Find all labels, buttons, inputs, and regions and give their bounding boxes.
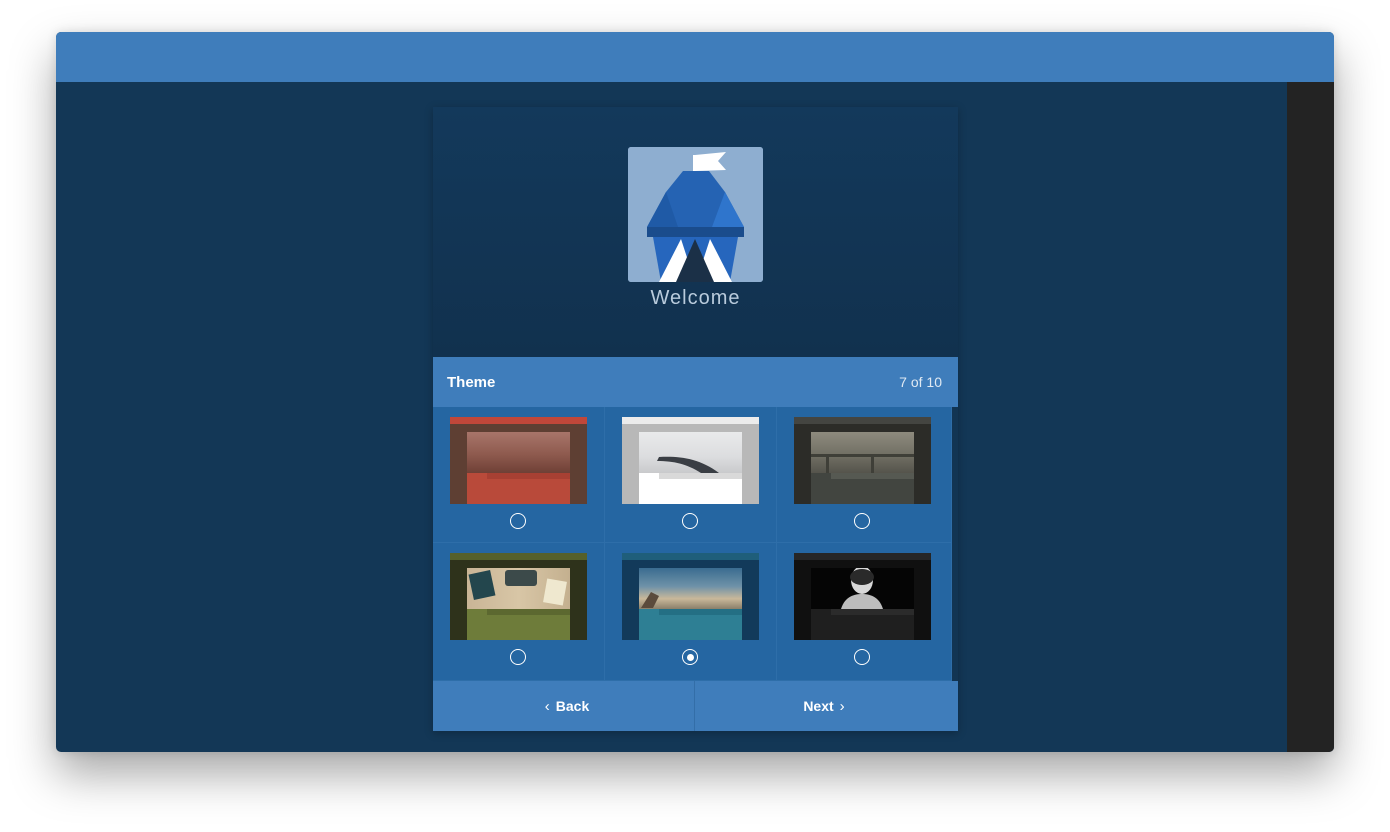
welcome-header: Welcome	[433, 107, 958, 357]
theme-option-olive-typewriter[interactable]	[433, 543, 605, 681]
theme-preview-thumbnail	[450, 553, 587, 640]
back-button-label: Back	[555, 698, 590, 714]
theme-preview-thumbnail	[622, 553, 759, 640]
wizard-footer: ‹ Back Next ›	[433, 681, 958, 731]
setup-wizard: Welcome Theme 7 of 10 ‹ Back Next ›	[433, 107, 958, 731]
next-button-label: Next	[803, 698, 834, 714]
theme-section-header: Theme 7 of 10	[433, 357, 958, 407]
app-window: Welcome Theme 7 of 10 ‹ Back Next ›	[56, 32, 1334, 752]
footer-divider	[694, 681, 695, 731]
theme-option-teal-beach[interactable]	[605, 543, 777, 681]
theme-preview-thumbnail	[450, 417, 587, 504]
theme-radio-button[interactable]	[854, 649, 870, 665]
theme-preview-thumbnail	[794, 417, 931, 504]
back-button[interactable]: ‹ Back	[433, 681, 695, 731]
theme-radio-button[interactable]	[854, 513, 870, 529]
welcome-title: Welcome	[650, 287, 741, 309]
chevron-left-icon: ‹	[544, 697, 550, 715]
theme-option-red-forest[interactable]	[433, 407, 605, 543]
grid-scrollbar[interactable]	[952, 413, 958, 681]
theme-radio-button-selected[interactable]	[682, 649, 698, 665]
section-title: Theme	[447, 374, 496, 391]
theme-option-white-snow-road[interactable]	[605, 407, 777, 543]
theme-grid	[433, 407, 952, 681]
theme-radio-button[interactable]	[682, 513, 698, 529]
step-counter: 7 of 10	[899, 374, 942, 390]
theme-radio-button[interactable]	[510, 649, 526, 665]
theme-preview-thumbnail	[622, 417, 759, 504]
theme-preview-thumbnail	[794, 553, 931, 640]
theme-option-black-portrait[interactable]	[777, 543, 952, 681]
chevron-right-icon: ›	[839, 697, 845, 715]
title-bar	[56, 32, 1334, 82]
next-button[interactable]: Next ›	[696, 681, 958, 731]
theme-option-grey-bridge[interactable]	[777, 407, 952, 543]
castle-flag-logo-icon	[628, 147, 763, 282]
side-panel	[1287, 82, 1334, 752]
theme-radio-button[interactable]	[510, 513, 526, 529]
